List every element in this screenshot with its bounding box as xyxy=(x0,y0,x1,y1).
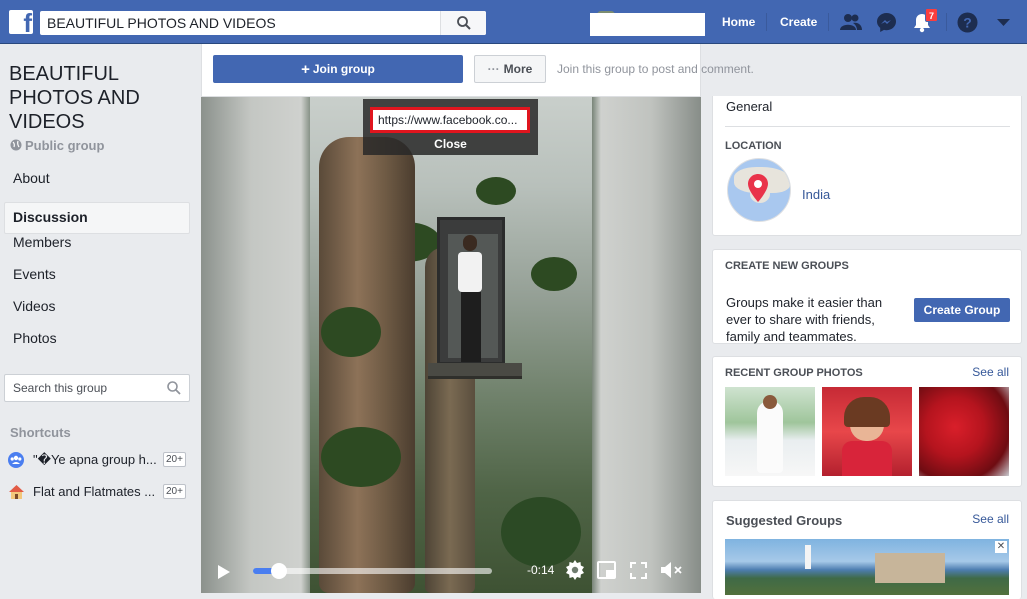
shortcut-count-badge: 20+ xyxy=(163,484,186,499)
sidebar-item-videos[interactable]: Videos xyxy=(4,298,190,330)
search-icon[interactable] xyxy=(167,381,181,395)
group-title: BEAUTIFUL PHOTOS AND VIDEOS xyxy=(9,63,140,133)
shortcuts-heading: Shortcuts xyxy=(10,425,71,440)
more-dots-icon: ··· xyxy=(487,62,500,76)
play-icon[interactable] xyxy=(217,564,231,580)
join-group-button[interactable]: + Join group xyxy=(213,55,463,83)
group-about-card: General LOCATION India xyxy=(712,96,1022,236)
group-category: General xyxy=(726,99,773,114)
nav-separator xyxy=(766,13,767,31)
video-scene-person xyxy=(461,292,481,362)
suggested-groups-card: Suggested Groups See all ✕ xyxy=(712,500,1022,599)
dismiss-suggestion-close-icon[interactable]: ✕ xyxy=(995,541,1007,553)
map-pin-icon xyxy=(748,174,768,202)
search-button[interactable] xyxy=(440,11,486,35)
facebook-logo-icon[interactable]: f xyxy=(9,10,33,34)
join-group-label: Join group xyxy=(312,61,375,76)
sidebar-item-events[interactable]: Events xyxy=(4,266,190,298)
svg-text:?: ? xyxy=(963,15,972,31)
plus-icon: + xyxy=(301,60,310,78)
house-icon xyxy=(9,485,24,499)
shortcut-count-badge: 20+ xyxy=(163,452,186,467)
search-icon xyxy=(457,16,471,30)
messenger-icon[interactable] xyxy=(876,12,897,33)
mute-speaker-icon[interactable] xyxy=(660,561,684,579)
url-popup-close-button[interactable]: Close xyxy=(363,137,538,151)
nav-separator xyxy=(828,13,829,31)
global-search-box xyxy=(40,11,486,35)
shortcut-label: "�Ye apna group h... xyxy=(33,452,157,467)
group-search-box xyxy=(4,374,190,402)
location-link[interactable]: India xyxy=(802,187,830,202)
global-search-input[interactable] xyxy=(40,11,440,35)
create-groups-text: Groups make it easier than ever to share… xyxy=(726,295,883,344)
divider xyxy=(725,126,1010,127)
nav-separator xyxy=(946,13,947,31)
suggested-groups-see-all-link[interactable]: See all xyxy=(972,512,1009,526)
location-heading: LOCATION xyxy=(725,140,782,152)
video-scene-rock-pillar xyxy=(319,137,415,593)
video-scene-person xyxy=(458,252,482,292)
video-url-field xyxy=(370,107,530,133)
video-scrubber[interactable] xyxy=(253,563,492,579)
account-menu-chevron-down-icon[interactable] xyxy=(997,19,1010,27)
sidebar-item-discussion[interactable]: Discussion xyxy=(4,202,190,234)
fullscreen-icon[interactable] xyxy=(630,562,647,579)
nav-create-link[interactable]: Create xyxy=(780,15,817,29)
recent-photos-see-all-link[interactable]: See all xyxy=(972,365,1009,379)
help-icon[interactable]: ? xyxy=(957,12,978,33)
video-scene-tree xyxy=(321,427,401,487)
join-hint-text: Join this group to post and comment. xyxy=(557,62,754,76)
sidebar-item-about[interactable]: About xyxy=(4,170,190,202)
nav-home-link[interactable]: Home xyxy=(722,15,755,29)
create-groups-card: CREATE NEW GROUPS Groups make it easier … xyxy=(712,249,1022,344)
picture-in-picture-icon[interactable] xyxy=(597,561,616,579)
group-privacy-text: Public group xyxy=(25,138,105,153)
recent-photo-thumbnail[interactable] xyxy=(725,387,815,476)
notification-count-badge[interactable]: 7 xyxy=(925,8,938,22)
video-scene-tree xyxy=(321,307,381,357)
join-group-bar: + Join group ··· More Join this group to p… xyxy=(201,44,754,97)
video-scene-person xyxy=(463,235,477,251)
recent-photos-heading: RECENT GROUP PHOTOS xyxy=(725,367,863,379)
top-navigation-bar: f Home Create 7 ? xyxy=(0,0,1027,44)
shortcut-item[interactable]: "�Ye apna group h... 20+ xyxy=(8,450,188,470)
create-groups-heading: CREATE NEW GROUPS xyxy=(725,260,849,272)
recent-photos-card: RECENT GROUP PHOTOS See all xyxy=(712,356,1022,487)
video-player[interactable]: Close -0:14 xyxy=(201,97,701,593)
globe-icon xyxy=(10,139,22,151)
video-scene-tree xyxy=(476,177,516,205)
recent-photo-thumbnail[interactable] xyxy=(822,387,912,476)
profile-name-redacted[interactable] xyxy=(590,13,705,36)
recent-photo-thumbnail[interactable] xyxy=(919,387,1009,476)
video-time-remaining: -0:14 xyxy=(527,563,555,577)
shortcut-item[interactable]: Flat and Flatmates ... 20+ xyxy=(8,482,188,502)
video-scene-tree xyxy=(531,257,577,291)
shortcut-label: Flat and Flatmates ... xyxy=(33,484,156,499)
video-scene-ledge xyxy=(428,363,522,379)
group-icon xyxy=(8,452,24,468)
create-group-button[interactable]: Create Group xyxy=(914,298,1010,322)
settings-gear-icon[interactable] xyxy=(565,560,585,580)
sidebar-item-members[interactable]: Members xyxy=(4,234,190,266)
more-button[interactable]: ··· More xyxy=(474,55,546,83)
group-privacy-label: Public group xyxy=(10,138,104,153)
group-sidebar-nav: About Discussion Members Events Videos P… xyxy=(4,170,190,362)
suggested-group-cover-image[interactable]: ✕ xyxy=(725,539,1009,595)
friend-requests-icon[interactable] xyxy=(840,13,862,31)
group-search-input[interactable] xyxy=(5,375,155,401)
video-scene-tree xyxy=(501,497,581,567)
video-url-input[interactable] xyxy=(373,110,527,130)
more-label: More xyxy=(503,62,533,76)
suggested-groups-heading: Suggested Groups xyxy=(726,513,843,528)
video-url-popup: Close xyxy=(363,99,538,155)
sidebar-item-photos[interactable]: Photos xyxy=(4,330,190,362)
